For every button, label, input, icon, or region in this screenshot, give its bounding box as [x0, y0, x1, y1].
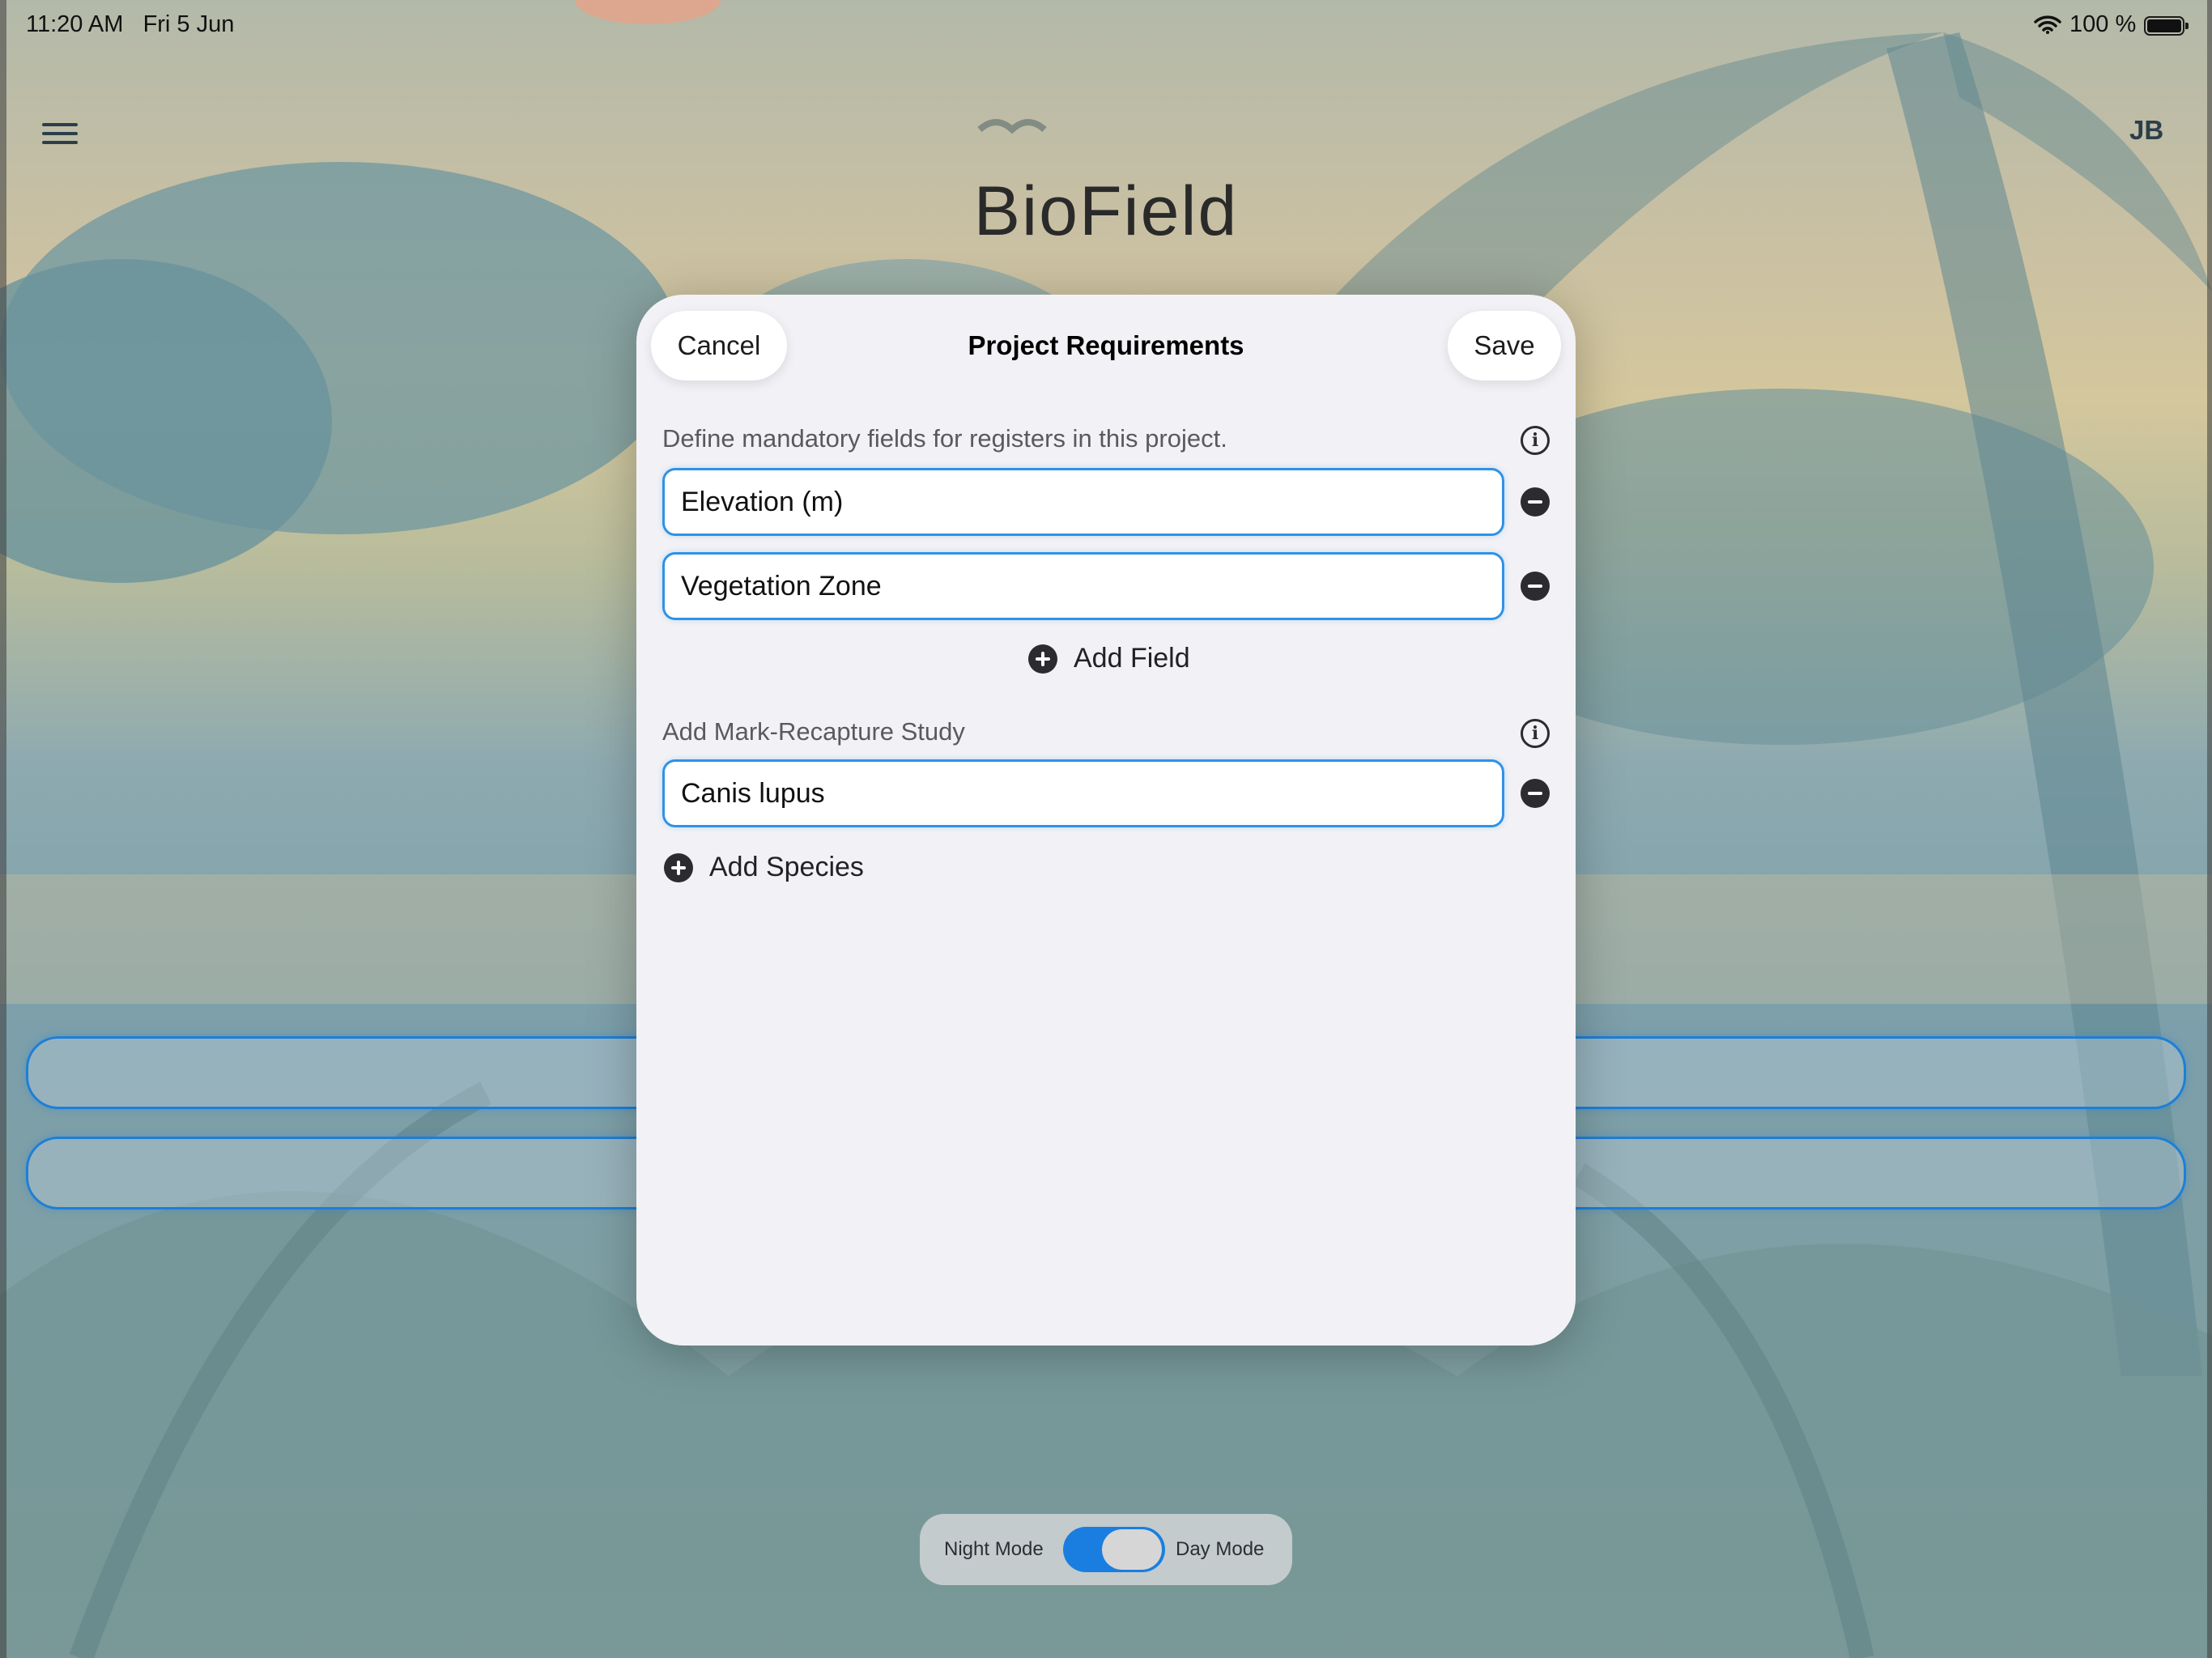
mode-switcher: Night Mode Day Mode — [920, 1514, 1292, 1585]
plus-circle-icon — [664, 852, 693, 882]
add-field-button[interactable]: Add Field — [1028, 643, 1190, 674]
add-field-label: Add Field — [1074, 643, 1190, 674]
mode-toggle-switch[interactable] — [1063, 1527, 1165, 1572]
wifi-icon — [2034, 15, 2061, 34]
info-icon[interactable]: i — [1521, 719, 1550, 748]
info-icon[interactable]: i — [1521, 426, 1550, 455]
battery-icon — [2144, 16, 2189, 36]
status-clock: 11:20 AM — [26, 11, 124, 37]
day-mode-label: Day Mode — [1176, 1538, 1265, 1560]
night-mode-label: Night Mode — [944, 1538, 1044, 1560]
add-species-label: Add Species — [709, 852, 864, 882]
mandatory-fields-description: Define mandatory fields for registers in… — [662, 424, 1227, 453]
sheet-title: Project Requirements — [968, 330, 1244, 360]
mark-recapture-description: Add Mark-Recapture Study — [662, 717, 965, 746]
status-time: 11:20 AM Fri 5 Jun — [26, 11, 234, 38]
app-title: BioField — [973, 172, 1239, 250]
hamburger-menu-icon[interactable] — [42, 121, 79, 146]
plus-circle-icon — [1028, 644, 1057, 674]
battery-percentage: 100 % — [2069, 11, 2137, 37]
remove-field-icon[interactable] — [1521, 572, 1550, 601]
species-input[interactable]: Canis lupus — [662, 759, 1504, 827]
toggle-knob[interactable] — [1102, 1529, 1162, 1570]
remove-species-icon[interactable] — [1521, 779, 1550, 808]
mandatory-field-input[interactable]: Elevation (m) — [662, 468, 1504, 536]
status-bar: 11:20 AM Fri 5 Jun 100 % — [0, 0, 2212, 52]
user-avatar[interactable]: JB — [2129, 115, 2163, 146]
mandatory-field-input[interactable]: Vegetation Zone — [662, 552, 1504, 620]
add-species-button[interactable]: Add Species — [664, 852, 864, 883]
project-requirements-sheet: Cancel Project Requirements Save Define … — [636, 295, 1576, 1346]
save-button[interactable]: Save — [1448, 311, 1561, 380]
remove-field-icon[interactable] — [1521, 487, 1550, 517]
status-date: Fri 5 Jun — [143, 11, 235, 37]
